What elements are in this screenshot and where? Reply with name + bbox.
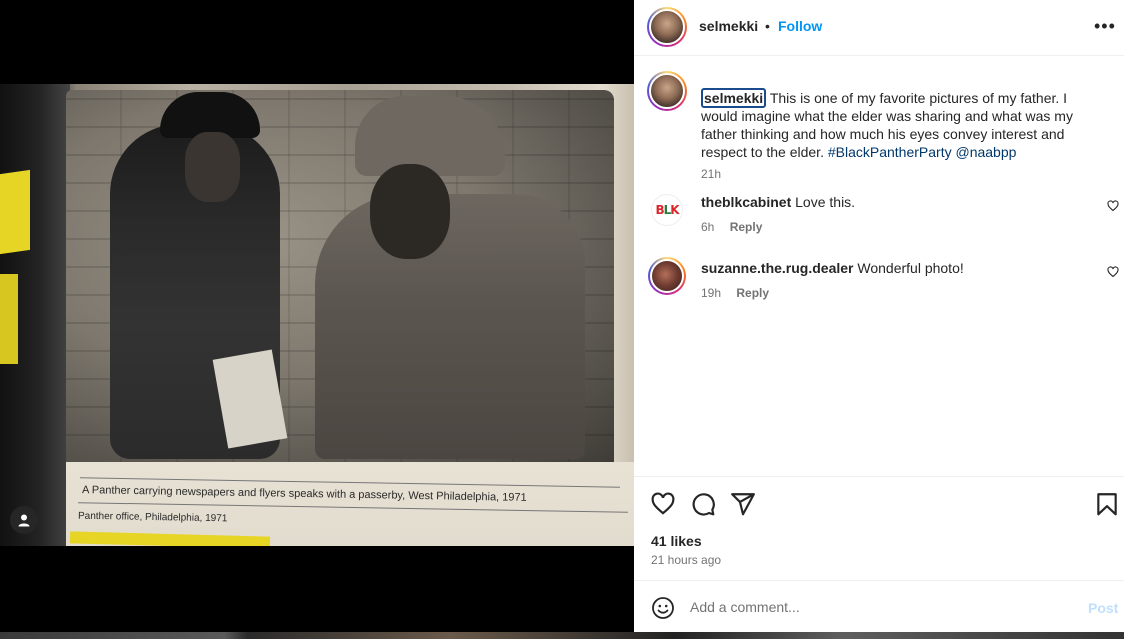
- photo-yellow-shape: [0, 169, 30, 255]
- comment-time[interactable]: 6h: [701, 220, 714, 234]
- caption-text: selmekki This is one of my favorite pict…: [701, 88, 1101, 161]
- comment-text: suzanne.the.rug.dealer Wonderful photo!: [701, 260, 964, 276]
- comment-like-heart-icon[interactable]: [1107, 200, 1119, 212]
- caption-timestamp[interactable]: 21h: [701, 167, 721, 181]
- heart-icon[interactable]: [650, 491, 676, 517]
- caption-author-avatar[interactable]: [647, 71, 687, 111]
- comment-item: suzanne.the.rug.dealer Wonderful photo! …: [647, 257, 1119, 310]
- likes-count[interactable]: 41 likes: [651, 533, 702, 549]
- author-username[interactable]: selmekki: [699, 18, 758, 34]
- separator-dot: •: [765, 18, 770, 34]
- reply-button[interactable]: Reply: [730, 220, 763, 234]
- photo-elder-face: [370, 164, 450, 259]
- post-photo[interactable]: A Panther carrying newspapers and flyers…: [0, 84, 634, 546]
- comment-meta: 19h Reply: [701, 286, 769, 300]
- user-icon: [18, 514, 30, 527]
- commenter-avatar[interactable]: [648, 257, 686, 295]
- comment-body: Wonderful photo!: [857, 260, 964, 276]
- reply-button[interactable]: Reply: [736, 286, 769, 300]
- commenter-avatar[interactable]: BLK: [651, 194, 683, 226]
- photo-yellow-shape: [0, 274, 18, 364]
- post-timestamp[interactable]: 21 hours ago: [651, 553, 721, 567]
- comment-like-heart-icon[interactable]: [1107, 266, 1119, 278]
- comment-time[interactable]: 19h: [701, 286, 721, 300]
- comment-username[interactable]: suzanne.the.rug.dealer: [701, 260, 853, 276]
- photo-elder-figure: [315, 194, 585, 459]
- post-details-panel: selmekki • Follow ••• selmekki This is o…: [634, 0, 1124, 632]
- comment-meta: 6h Reply: [701, 220, 762, 234]
- comment-icon[interactable]: [690, 491, 716, 517]
- author-avatar[interactable]: [647, 7, 687, 47]
- photo-panther-face: [185, 132, 240, 202]
- comment-text: theblkcabinet Love this.: [701, 194, 855, 210]
- comment-input[interactable]: [690, 595, 1070, 619]
- more-options-icon[interactable]: •••: [1094, 16, 1116, 37]
- post-actions: 41 likes 21 hours ago: [634, 476, 1124, 580]
- user-tag-button[interactable]: [10, 506, 38, 534]
- background-thumbnails-strip: [0, 632, 1124, 639]
- follow-button[interactable]: Follow: [778, 18, 822, 34]
- share-icon[interactable]: [730, 491, 756, 517]
- comment-username[interactable]: theblkcabinet: [701, 194, 791, 210]
- comment-body: Love this.: [795, 194, 856, 210]
- save-icon[interactable]: [1094, 491, 1120, 517]
- caption-mention[interactable]: @naabpp: [955, 144, 1016, 160]
- post-header: selmekki • Follow •••: [634, 0, 1124, 56]
- blk-logo-icon: BLK: [655, 203, 679, 217]
- caption-username[interactable]: selmekki: [701, 88, 767, 108]
- add-comment-bar: Post: [634, 580, 1124, 632]
- emoji-icon[interactable]: [651, 596, 675, 620]
- comment-item: BLK theblkcabinet Love this. 6h Reply: [647, 194, 1119, 244]
- comments-section: selmekki This is one of my favorite pict…: [634, 57, 1124, 475]
- caption-hashtag[interactable]: #BlackPantherParty: [828, 144, 952, 160]
- post-media: A Panther carrying newspapers and flyers…: [0, 0, 634, 639]
- post-comment-button[interactable]: Post: [1088, 600, 1118, 616]
